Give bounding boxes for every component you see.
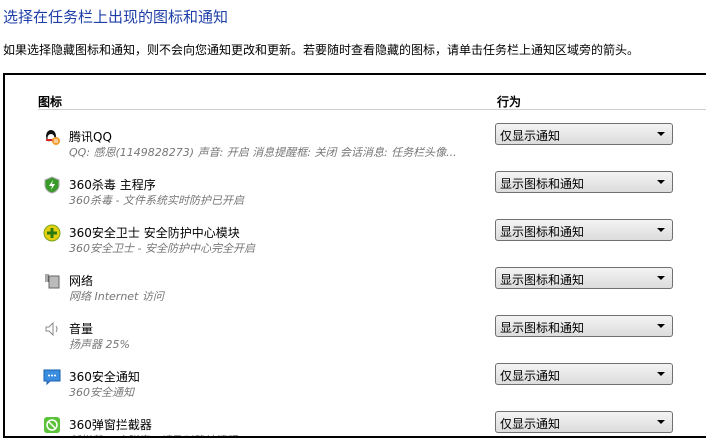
shield-icon xyxy=(43,176,61,194)
chevron-down-icon xyxy=(657,180,665,184)
page-title: 选择在任务栏上出现的图标和通知 xyxy=(3,8,229,26)
item-name: 360弹窗拦截器 xyxy=(69,418,152,432)
column-header-icon: 图标 xyxy=(38,95,63,109)
item-name: 音量 xyxy=(69,322,94,336)
list-item: 360弹窗拦截器 新拦截 2 个弹窗，请及时确认清理 仅显示通知 xyxy=(5,411,705,436)
list-item: 360安全卫士 安全防护中心模块 360安全卫士 - 安全防护中心完全开启 显示… xyxy=(5,219,705,272)
behavior-value: 仅显示通知 xyxy=(500,369,561,383)
behavior-value: 显示图标和通知 xyxy=(500,225,585,239)
item-description: 360杀毒 - 文件系统实时防护已开启 xyxy=(69,194,244,207)
behavior-value: 仅显示通知 xyxy=(500,417,561,431)
item-name: 网络 xyxy=(69,274,94,288)
behavior-dropdown[interactable]: 仅显示通知 xyxy=(495,123,673,145)
item-description: 扬声器 25% xyxy=(69,338,130,351)
item-name: 360杀毒 主程序 xyxy=(69,178,156,192)
behavior-value: 显示图标和通知 xyxy=(500,321,585,335)
behavior-value: 显示图标和通知 xyxy=(500,273,585,287)
popup-blocker-icon xyxy=(43,416,61,434)
list-item: 360安全通知 360安全通知 仅显示通知 xyxy=(5,363,705,416)
item-name: 360安全卫士 安全防护中心模块 xyxy=(69,226,240,240)
behavior-dropdown[interactable]: 显示图标和通知 xyxy=(495,171,673,193)
behavior-dropdown[interactable]: 仅显示通知 xyxy=(495,411,673,433)
speaker-icon xyxy=(43,320,61,338)
behavior-dropdown[interactable]: 显示图标和通知 xyxy=(495,315,673,337)
item-description: 360安全卫士 - 安全防护中心完全开启 xyxy=(69,242,255,255)
item-description: 360安全通知 xyxy=(69,386,134,399)
item-name: 腾讯QQ xyxy=(69,130,112,144)
behavior-value: 显示图标和通知 xyxy=(500,177,585,191)
notification-icons-list[interactable]: 图标 行为 腾讯QQ QQ: 感恩(1149828273) 声音: 开启 消息提… xyxy=(3,73,706,438)
header-divider xyxy=(38,109,706,110)
behavior-dropdown[interactable]: 仅显示通知 xyxy=(495,363,673,385)
item-description: 网络 Internet 访问 xyxy=(69,290,164,303)
list-item: 腾讯QQ QQ: 感恩(1149828273) 声音: 开启 消息提醒框: 关闭… xyxy=(5,123,705,176)
360-safe-icon xyxy=(43,224,61,242)
page-description: 如果选择隐藏图标和通知，则不会向您通知更改和更新。若要随时查看隐藏的图标，请单击… xyxy=(3,43,640,57)
network-icon xyxy=(43,272,61,290)
list-item: 网络 网络 Internet 访问 显示图标和通知 xyxy=(5,267,705,320)
chat-bubble-icon xyxy=(43,368,61,386)
behavior-dropdown[interactable]: 显示图标和通知 xyxy=(495,219,673,241)
qq-icon xyxy=(43,128,61,146)
chevron-down-icon xyxy=(657,372,665,376)
item-description: 新拦截 2 个弹窗，请及时确认清理 xyxy=(69,432,237,436)
behavior-dropdown[interactable]: 显示图标和通知 xyxy=(495,267,673,289)
chevron-down-icon xyxy=(657,276,665,280)
chevron-down-icon xyxy=(657,324,665,328)
list-item: 360杀毒 主程序 360杀毒 - 文件系统实时防护已开启 显示图标和通知 xyxy=(5,171,705,224)
column-header-behavior: 行为 xyxy=(497,95,522,109)
chevron-down-icon xyxy=(657,228,665,232)
chevron-down-icon xyxy=(657,420,665,424)
chevron-down-icon xyxy=(657,132,665,136)
item-description: QQ: 感恩(1149828273) 声音: 开启 消息提醒框: 关闭 会话消息… xyxy=(69,146,457,159)
list-item: 音量 扬声器 25% 显示图标和通知 xyxy=(5,315,705,368)
behavior-value: 仅显示通知 xyxy=(500,129,561,143)
item-name: 360安全通知 xyxy=(69,370,140,384)
